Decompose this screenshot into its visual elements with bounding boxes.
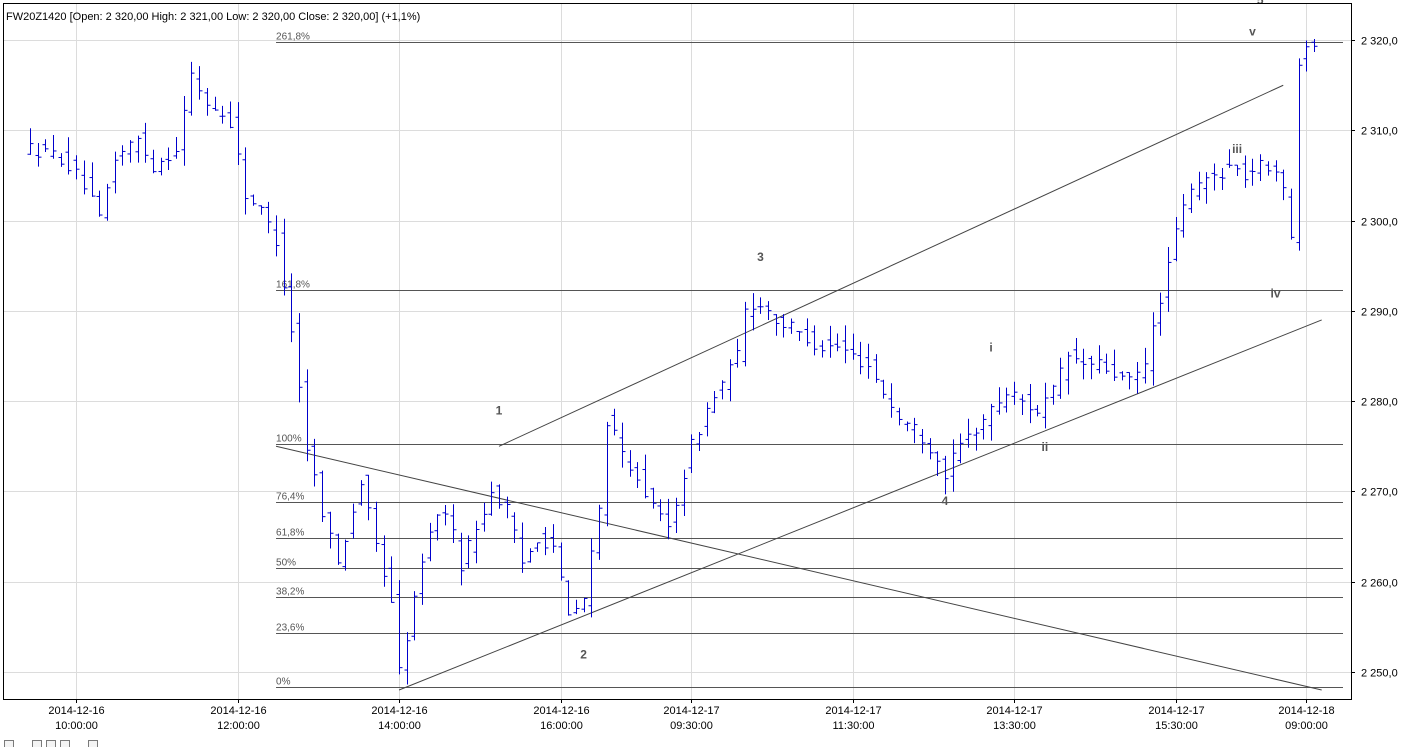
wave-label: 1 <box>496 404 503 418</box>
y-tick-label: 2 300,0 <box>1361 217 1398 229</box>
chart-background <box>0 0 1415 747</box>
x-tick-date: 2014-12-16 <box>210 705 266 717</box>
wave-label: i <box>989 341 992 355</box>
fib-level-label: 0% <box>276 677 291 688</box>
fib-level-label: 38,2% <box>276 587 304 598</box>
fib-level-label: 23,6% <box>276 623 304 634</box>
wave-label: v <box>1249 25 1256 39</box>
wave-label: 2 <box>580 647 587 661</box>
y-tick-label: 2 280,0 <box>1361 397 1398 409</box>
wave-label: ii <box>1042 440 1049 454</box>
y-tick-label: 2 290,0 <box>1361 307 1398 319</box>
fib-level-label: 100% <box>276 434 302 445</box>
x-tick-date: 2014-12-17 <box>986 705 1042 717</box>
x-tick-date: 2014-12-16 <box>371 705 427 717</box>
wave-label: iv <box>1271 286 1281 300</box>
x-tick-time: 09:00:00 <box>1285 720 1328 732</box>
wave-label: 3 <box>757 250 764 264</box>
y-tick-label: 2 320,0 <box>1361 36 1398 48</box>
y-tick-label: 2 270,0 <box>1361 487 1398 499</box>
x-tick-time: 10:00:00 <box>55 720 98 732</box>
x-tick-date: 2014-12-18 <box>1278 705 1334 717</box>
tool-icon-4[interactable] <box>88 740 98 747</box>
fib-level-label: 161,8% <box>276 280 310 291</box>
wave-label: 4 <box>942 494 949 508</box>
y-tick-label: 2 310,0 <box>1361 126 1398 138</box>
tool-icon-1[interactable] <box>32 740 42 747</box>
x-tick-date: 2014-12-17 <box>825 705 881 717</box>
tool-icon-2[interactable] <box>46 740 56 747</box>
x-tick-date: 2014-12-17 <box>663 705 719 717</box>
tool-icon-3[interactable] <box>60 740 70 747</box>
x-tick-time: 12:00:00 <box>217 720 260 732</box>
y-tick-label: 2 250,0 <box>1361 668 1398 680</box>
wave-label: iii <box>1232 142 1242 156</box>
fib-level-label: 61,8% <box>276 528 304 539</box>
x-tick-date: 2014-12-17 <box>1148 705 1204 717</box>
x-tick-time: 16:00:00 <box>540 720 583 732</box>
y-tick-label: 2 260,0 <box>1361 578 1398 590</box>
window-icon[interactable] <box>4 740 14 747</box>
x-tick-time: 11:30:00 <box>832 720 874 732</box>
x-tick-time: 09:30:00 <box>670 720 713 732</box>
instrument-header: FW20Z1420 [Open: 2 320,00 High: 2 321,00… <box>6 11 421 23</box>
x-tick-time: 14:00:00 <box>378 720 421 732</box>
x-tick-time: 13:30:00 <box>993 720 1036 732</box>
fib-level-label: 76,4% <box>276 492 304 503</box>
x-tick-date: 2014-12-16 <box>533 705 589 717</box>
bottom-toolbar <box>0 739 1415 747</box>
fib-level-label: 50% <box>276 558 296 569</box>
x-tick-time: 15:30:00 <box>1155 720 1198 732</box>
fib-level-label: 261,8% <box>276 32 310 43</box>
x-tick-date: 2014-12-16 <box>48 705 104 717</box>
price-chart: 261,8% 161,8% 100% 76,4% 61,8% 50% 38,2% 23,6% 0… <box>0 0 1415 747</box>
